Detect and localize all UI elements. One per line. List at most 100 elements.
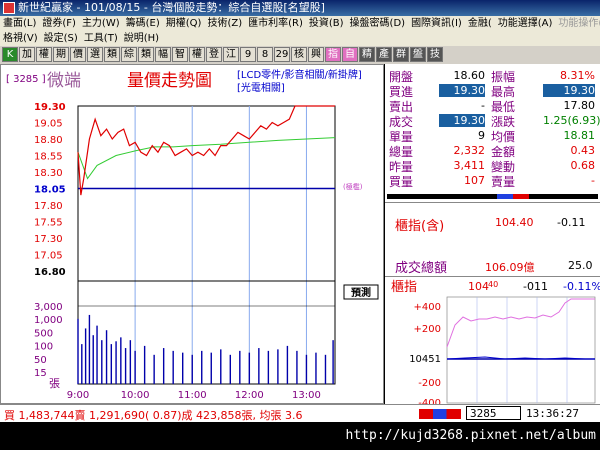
quote-value: 2,332 bbox=[453, 144, 486, 157]
toolbar-button-0[interactable]: K bbox=[2, 47, 18, 62]
mini-axis: +400+20010451-200-400 bbox=[409, 302, 441, 409]
toolbar-button-2[interactable]: 權 bbox=[36, 47, 52, 62]
toolbar-button-23[interactable]: 群 bbox=[393, 47, 409, 62]
chart-title: 量價走勢圖 bbox=[127, 71, 212, 91]
price-tick-10: 16.80 bbox=[34, 267, 66, 278]
toolbar-button-1[interactable]: 加 bbox=[19, 47, 35, 62]
index-box: 櫃指(含) 104.40 -0.11 成交總額 106.09億 25.0 bbox=[385, 202, 600, 276]
price-tick-7: 17.55 bbox=[34, 218, 63, 229]
menu-item-0[interactable]: 畫面(L) bbox=[0, 16, 39, 31]
time-tick-2: 11:00 bbox=[178, 390, 207, 401]
menu-item-9[interactable]: 國際資訊(I) bbox=[408, 16, 465, 31]
price-volume-chart-pane: [ 3285 ] 微端 量價走勢圖 [LCD零件/影音相關/新掛牌] [光電相關… bbox=[0, 64, 384, 404]
menu-item-3[interactable]: 籌碼(E) bbox=[123, 16, 163, 31]
quote-value: 8.31% bbox=[560, 69, 595, 82]
mini-grid bbox=[446, 296, 596, 404]
volume-tick-1: 1,000 bbox=[34, 315, 63, 326]
quote-value: 18.81 bbox=[563, 129, 596, 142]
turnover-value: 106.09億 bbox=[485, 261, 535, 274]
toolbar-button-18[interactable]: 興 bbox=[308, 47, 324, 62]
volume-bar bbox=[81, 344, 83, 384]
quote-value: 19.30 bbox=[543, 84, 595, 97]
toolbar-button-12[interactable]: 登 bbox=[206, 47, 222, 62]
time-tick-3: 12:00 bbox=[235, 390, 264, 401]
menu-row-2: 格視(V) 設定(S) 工具(T) 說明(H) bbox=[0, 31, 600, 46]
volume-bar bbox=[324, 354, 327, 384]
toolbar-button-19[interactable]: 指 bbox=[325, 47, 341, 62]
toolbar-button-4[interactable]: 價 bbox=[70, 47, 86, 62]
menu-item-12[interactable]: 功能操作(I) bbox=[555, 16, 600, 31]
price-tick-9: 17.05 bbox=[34, 251, 63, 262]
stock-code: [ 3285 ] bbox=[6, 74, 46, 85]
volume-bar bbox=[229, 354, 231, 384]
toolbar-button-25[interactable]: 技 bbox=[427, 47, 443, 62]
mini-change-pct: -0.11% bbox=[563, 280, 600, 293]
volume-bar bbox=[77, 318, 79, 384]
bid-ask-bar bbox=[387, 194, 598, 199]
volume-bar bbox=[172, 350, 174, 384]
toolbar-button-6[interactable]: 類 bbox=[104, 47, 120, 62]
index-value: 104.40 bbox=[495, 216, 534, 229]
price-tick-5: 18.05 bbox=[34, 185, 66, 196]
price-tick-2: 18.80 bbox=[34, 135, 63, 146]
toolbar-button-3[interactable]: 期 bbox=[53, 47, 69, 62]
toolbar-button-24[interactable]: 盤 bbox=[410, 47, 426, 62]
volume-bar bbox=[84, 328, 87, 384]
menu-item-11[interactable]: 功能選擇(A) bbox=[495, 16, 556, 31]
quote-value: 19.30 bbox=[439, 114, 485, 127]
menu-item-5[interactable]: 技術(Z) bbox=[204, 16, 245, 31]
volume-bar bbox=[88, 314, 91, 384]
quote-value: 0.43 bbox=[570, 144, 596, 157]
otc-index-mini-chart[interactable]: 櫃指 104 40 -011 -0.11% +400 +200 10451 -200-… bbox=[385, 276, 600, 409]
toolbar-button-5[interactable]: 選 bbox=[87, 47, 103, 62]
mini-value-int: 104 bbox=[468, 280, 489, 293]
toolbar-button-8[interactable]: 類 bbox=[138, 47, 154, 62]
pre-open-label: 預測 bbox=[351, 286, 371, 299]
menu-item-8[interactable]: 操盤密碼(D) bbox=[347, 16, 409, 31]
volume-bar bbox=[267, 350, 270, 384]
mini-tick-2: 10451 bbox=[409, 354, 441, 365]
volume-bar bbox=[120, 337, 122, 384]
menu-item-1[interactable]: 證券(F) bbox=[39, 16, 79, 31]
status-bar: 買 1,483,744賣 1,291,690( 0.87)成 423,858張,… bbox=[0, 404, 600, 422]
toolbar-button-7[interactable]: 綜 bbox=[121, 47, 137, 62]
turnover-label: 成交總額 bbox=[395, 261, 448, 276]
volume-unit: 張 bbox=[49, 377, 60, 390]
menu-item-r2-1[interactable]: 設定(S) bbox=[41, 31, 81, 46]
menu-item-4[interactable]: 期權(Q) bbox=[163, 16, 205, 31]
stock-code-input[interactable]: 3285 bbox=[466, 406, 521, 420]
clock: 13:36:27 bbox=[526, 407, 579, 420]
quote-value: 18.60 bbox=[453, 69, 486, 82]
volume-bar bbox=[101, 340, 103, 384]
mini-tick-0: +400 bbox=[414, 302, 441, 313]
quote-panel: 開盤 18.60 振幅 8.31% 買進 19.30 最高 19.30 賣出 - 最低 17.80 成交… bbox=[385, 64, 600, 409]
menu-item-10[interactable]: 金融( bbox=[465, 16, 495, 31]
menu-item-2[interactable]: 主力(W) bbox=[79, 16, 123, 31]
price-volume-chart[interactable]: [ 3285 ] 微端 量價走勢圖 [LCD零件/影音相關/新掛牌] [光電相關… bbox=[1, 65, 383, 403]
toolbar-button-14[interactable]: 9 bbox=[240, 47, 256, 62]
quote-value: 107 bbox=[464, 174, 485, 187]
toolbar-button-11[interactable]: 權 bbox=[189, 47, 205, 62]
menu-item-r2-3[interactable]: 說明(H) bbox=[121, 31, 162, 46]
menu-item-6[interactable]: 匯市利率(R) bbox=[245, 16, 306, 31]
toolbar-button-21[interactable]: 精 bbox=[359, 47, 375, 62]
limit-label: (極檻) bbox=[343, 182, 363, 191]
toolbar-button-15[interactable]: 8 bbox=[257, 47, 273, 62]
index-change: -0.11 bbox=[557, 216, 586, 229]
toolbar-button-17[interactable]: 核 bbox=[291, 47, 307, 62]
toolbar-button-13[interactable]: 江 bbox=[223, 47, 239, 62]
menu-item-r2-0[interactable]: 格視(V) bbox=[0, 31, 41, 46]
toolbar-button-9[interactable]: 幅 bbox=[155, 47, 171, 62]
toolbar-button-10[interactable]: 智 bbox=[172, 47, 188, 62]
volume-bar bbox=[277, 349, 279, 384]
toolbar-button-20[interactable]: 自 bbox=[342, 47, 358, 62]
toolbar-button-16[interactable]: 29 bbox=[274, 47, 290, 62]
menu-item-7[interactable]: 投資(B) bbox=[306, 16, 347, 31]
window-titlebar: 新世紀贏家 - 101/08/15 - 台灣個股走勢：綜合自選股[名望股] bbox=[0, 0, 600, 16]
price-tick-4: 18.30 bbox=[34, 168, 63, 179]
window-title: 新世紀贏家 - 101/08/15 - 台灣個股走勢：綜合自選股[名望股] bbox=[18, 1, 325, 14]
price-tick-6: 17.80 bbox=[34, 201, 63, 212]
menu-item-r2-2[interactable]: 工具(T) bbox=[81, 31, 121, 46]
toolbar-button-22[interactable]: 產 bbox=[376, 47, 392, 62]
volume-bar bbox=[239, 350, 241, 384]
